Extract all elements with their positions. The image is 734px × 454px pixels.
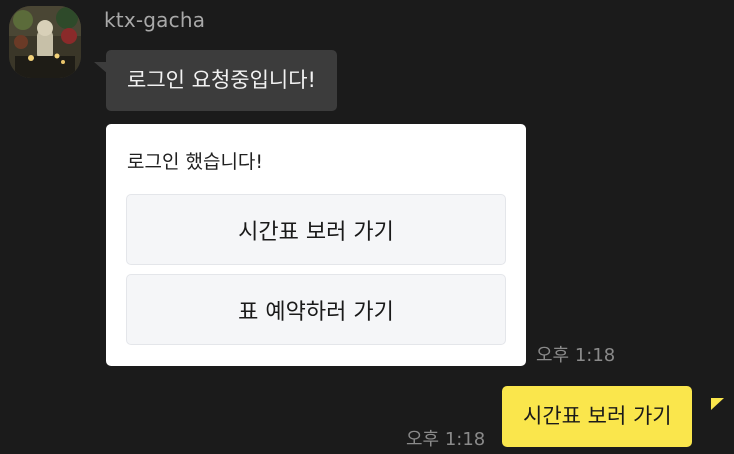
card-timestamp: 오후 1:18 — [536, 345, 616, 366]
timetable-button[interactable]: 시간표 보러 가기 — [126, 194, 506, 265]
chat-window: ktx-gacha 로그인 요청중입니다! 로그인 했습니다! 시간표 보러 가… — [0, 0, 734, 454]
incoming-message-bubble: 로그인 요청중입니다! — [106, 50, 337, 111]
reserve-ticket-button[interactable]: 표 예약하러 가기 — [126, 274, 506, 345]
outgoing-bubble-tail — [711, 398, 724, 410]
avatar[interactable] — [9, 6, 81, 78]
outgoing-message-bubble: 시간표 보러 가기 — [502, 386, 692, 447]
card-message-text: 로그인 했습니다! — [127, 151, 264, 173]
sender-name: ktx-gacha — [104, 8, 206, 32]
profile-photo-icon — [9, 6, 81, 78]
outgoing-timestamp: 오후 1:18 — [406, 429, 486, 450]
message-card: 로그인 했습니다! 시간표 보러 가기 표 예약하러 가기 — [106, 124, 526, 366]
